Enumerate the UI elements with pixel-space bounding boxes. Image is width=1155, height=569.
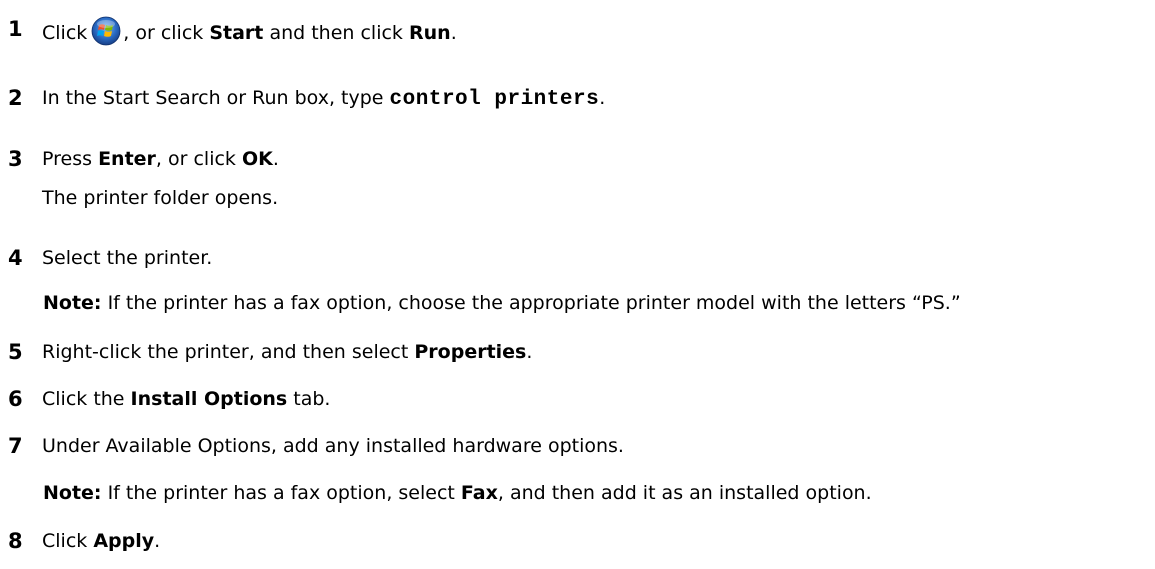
- step-7: 7 Under Available Options, add any instal…: [0, 433, 624, 459]
- ui-term-enter: Enter: [98, 148, 156, 170]
- step-8: 8 Click Apply.: [0, 528, 160, 554]
- step-number: 6: [8, 387, 23, 411]
- windows-start-orb-icon: [91, 16, 121, 46]
- step-number: 1: [8, 17, 23, 41]
- step-number: 2: [8, 86, 23, 110]
- note-label: Note:: [43, 482, 102, 504]
- ui-term-run: Run: [409, 22, 451, 44]
- step-number: 5: [8, 340, 23, 364]
- step-number: 7: [8, 434, 23, 458]
- ui-term-install-options: Install Options: [130, 388, 288, 410]
- step-number: 3: [8, 147, 23, 171]
- step-6: 6 Click the Install Options tab.: [0, 386, 330, 412]
- ui-term-ok: OK: [241, 148, 273, 170]
- step-text: Click: [42, 22, 88, 44]
- step-4-note: Note: If the printer has a fax option, c…: [43, 292, 961, 314]
- step-2: 2 In the Start Search or Run box, type co…: [0, 85, 605, 111]
- step-3-result: The printer folder opens.: [42, 187, 279, 209]
- ui-term-properties: Properties: [414, 341, 527, 363]
- step-7-note: Note: If the printer has a fax option, s…: [43, 482, 872, 504]
- step-5: 5 Right-click the printer, and then selec…: [0, 339, 532, 365]
- ui-term-apply: Apply: [93, 530, 155, 552]
- note-label: Note:: [43, 292, 102, 314]
- step-1: 1 Click , or click Start and then click R…: [0, 16, 457, 46]
- step-number: 4: [8, 246, 23, 270]
- ui-term-fax: Fax: [460, 482, 498, 504]
- step-number: 8: [8, 529, 23, 553]
- command-text: control printers: [389, 88, 600, 111]
- ui-term-start: Start: [209, 22, 264, 44]
- step-4: 4 Select the printer.: [0, 245, 212, 271]
- step-3: 3 Press Enter, or click OK.: [0, 146, 279, 172]
